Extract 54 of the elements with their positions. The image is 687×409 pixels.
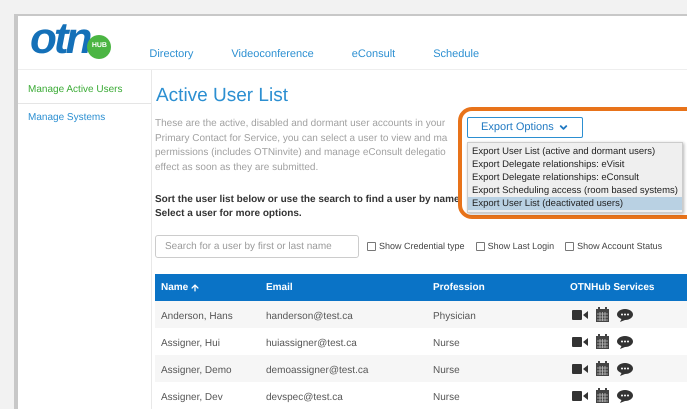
table-cell: Assigner, Dev — [161, 392, 223, 402]
checkbox-label: Show Account Status — [577, 240, 662, 253]
video-camera-icon — [572, 336, 588, 348]
table-row[interactable]: Anderson, Hans handerson@test.ca Physician — [155, 301, 687, 328]
intro-paragraph: These are the active, disabled and dormant user accounts in your Primary Contact for Service, you can select a user to view and ma permissions (includes OTNinvite) and manage eConsult delegatio effect as soon as they are submitted. — [155, 117, 448, 174]
sidebar-item[interactable]: Manage Active Users — [18, 76, 151, 104]
page-title: Active User List — [156, 84, 289, 108]
checkbox[interactable] — [367, 242, 376, 251]
video-camera-icon — [572, 390, 588, 402]
checkbox-label: Show Credential type — [379, 240, 465, 253]
table-cell: Physician — [433, 310, 476, 322]
chat-bubble-icon — [617, 388, 633, 402]
column-header[interactable]: Email — [266, 280, 293, 295]
table-cell: huiassigner@test.ca — [266, 338, 357, 348]
table-cell: Nurse — [433, 364, 460, 376]
search-field[interactable]: Search for a user by first or last name — [155, 235, 359, 258]
sort-arrow-icon — [190, 282, 200, 292]
column-header[interactable]: OTNHub Services — [570, 280, 654, 295]
sidebar-item[interactable]: Manage Systems — [18, 104, 151, 130]
chat-bubble-icon — [617, 308, 633, 322]
nav-link[interactable]: Videoconference — [231, 46, 314, 62]
table-cell: demoassigner@test.ca — [266, 364, 368, 376]
calendar-icon — [596, 388, 609, 403]
column-header[interactable]: Profession — [433, 280, 485, 295]
table-cell: Assigner, Hui — [161, 338, 220, 348]
checkbox-label: Show Last Login — [488, 240, 554, 253]
export-menu-item[interactable]: Export Scheduling access (room based systems) — [468, 184, 682, 197]
calendar-icon — [596, 361, 609, 376]
calendar-icon — [596, 334, 609, 349]
table-cell: Anderson, Hans — [161, 310, 233, 322]
chat-bubble-icon — [617, 362, 633, 376]
export-menu-item[interactable]: Export User List (deactivated users) — [468, 197, 682, 210]
video-camera-icon — [572, 308, 588, 320]
table-row[interactable]: Assigner, Demo demoassigner@test.ca Nurse — [155, 355, 687, 382]
column-header[interactable]: Name — [161, 280, 200, 295]
checkbox[interactable] — [476, 242, 485, 251]
table-cell: Assigner, Demo — [161, 364, 232, 376]
export-menu-item[interactable]: Export Delegate relationships: eVisit — [468, 158, 682, 171]
table-cell: Nurse — [433, 392, 460, 402]
chat-bubble-icon — [617, 334, 633, 348]
table-cell: handerson@test.ca — [266, 310, 353, 322]
instructions-text: Sort the user list below or use the search to find a user by name Select a user for more options. — [155, 193, 461, 221]
export-options-button[interactable]: Export Options — [467, 117, 583, 138]
table-cell: Nurse — [433, 338, 460, 348]
nav-link[interactable]: eConsult — [352, 46, 396, 62]
chevron-down-icon — [558, 122, 569, 133]
table-cell: devspec@test.ca — [266, 392, 343, 402]
export-menu-item[interactable]: Export Delegate relationships: eConsult — [468, 171, 682, 184]
nav-link[interactable]: Schedule — [433, 46, 480, 62]
export-menu-item[interactable]: Export User List (active and dormant users) — [468, 145, 682, 158]
checkbox[interactable] — [565, 242, 574, 251]
calendar-icon — [596, 307, 609, 322]
nav-link[interactable]: Directory — [149, 46, 194, 62]
video-camera-icon — [572, 362, 588, 374]
